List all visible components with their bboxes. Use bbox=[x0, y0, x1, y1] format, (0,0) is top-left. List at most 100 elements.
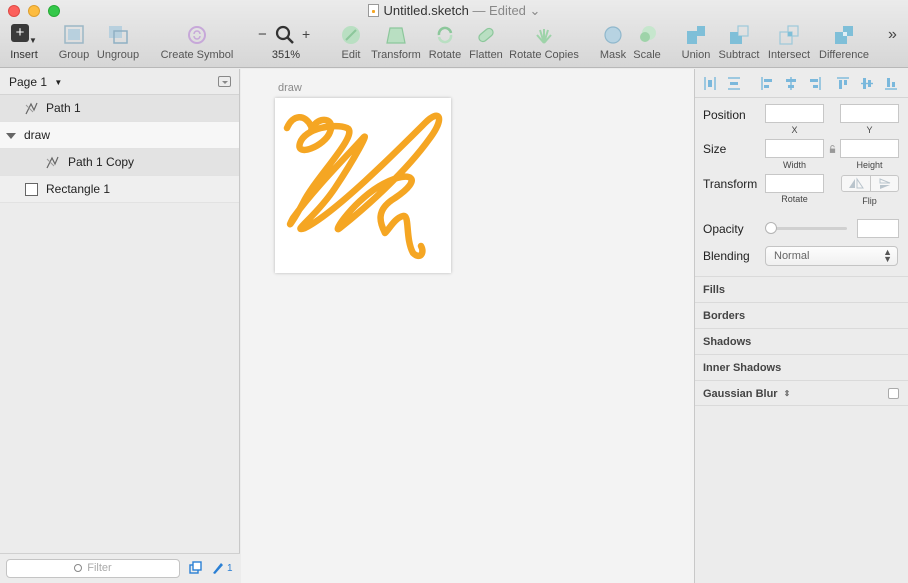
filter-input[interactable]: Filter bbox=[6, 559, 180, 578]
group-label: Group bbox=[58, 49, 90, 61]
chevron-down-icon: ▼ bbox=[29, 36, 37, 45]
x-label: X bbox=[791, 125, 798, 135]
group-icon bbox=[64, 25, 84, 44]
search-icon bbox=[74, 564, 83, 572]
position-y-field[interactable] bbox=[840, 104, 899, 123]
width-label: Width bbox=[782, 160, 806, 170]
gaussian-blur-checkbox[interactable] bbox=[888, 388, 899, 399]
zoom-level: 351% bbox=[271, 49, 301, 61]
page-selector-label: Page 1 bbox=[9, 75, 48, 89]
intersect-icon bbox=[779, 25, 799, 45]
flip-label: Flip bbox=[862, 196, 877, 206]
scale-label: Scale bbox=[633, 49, 661, 61]
intersect-button[interactable]: Intersect bbox=[766, 24, 812, 61]
insert-button[interactable]: + ▼ Insert bbox=[7, 24, 41, 61]
position-x-field[interactable] bbox=[765, 104, 824, 123]
zoom-in-button[interactable]: + bbox=[302, 26, 310, 42]
lock-icon[interactable] bbox=[829, 145, 836, 153]
align-bottom-icon[interactable] bbox=[885, 77, 897, 90]
document-icon bbox=[367, 4, 379, 17]
flip-vertical-icon[interactable] bbox=[871, 176, 899, 191]
borders-section-header[interactable]: Borders bbox=[695, 302, 908, 328]
distribute-vertical-icon[interactable] bbox=[728, 77, 740, 90]
union-button[interactable]: Union bbox=[679, 24, 713, 61]
artboard[interactable] bbox=[275, 98, 451, 273]
layer-label: Rectangle 1 bbox=[46, 182, 111, 196]
width-field[interactable] bbox=[765, 139, 824, 158]
section-title: Shadows bbox=[703, 336, 752, 348]
create-symbol-button[interactable]: Create Symbol bbox=[158, 24, 236, 61]
rotate-button[interactable]: Rotate bbox=[427, 24, 463, 61]
subtract-label: Subtract bbox=[718, 49, 760, 61]
shadows-section-header[interactable]: Shadows bbox=[695, 328, 908, 354]
edit-button[interactable]: Edit bbox=[336, 24, 366, 61]
edit-icon bbox=[342, 26, 360, 44]
align-top-icon[interactable] bbox=[837, 77, 849, 90]
rotate-label: Rotate bbox=[781, 194, 808, 204]
document-name: Untitled.sketch bbox=[383, 3, 469, 18]
drawn-path[interactable] bbox=[275, 98, 451, 273]
symbols-filter-icon[interactable] bbox=[189, 561, 203, 575]
position-label: Position bbox=[703, 108, 746, 122]
flatten-label: Flatten bbox=[469, 49, 503, 61]
blur-type-arrows-icon[interactable]: ⇕ bbox=[784, 389, 791, 398]
mask-icon bbox=[604, 26, 622, 44]
rectangle-layer-icon bbox=[25, 183, 38, 196]
rotate-field[interactable] bbox=[765, 174, 824, 193]
layer-row[interactable]: Path 1 Copy bbox=[0, 149, 239, 176]
rotate-copies-icon bbox=[536, 29, 552, 44]
scale-button[interactable]: Scale bbox=[632, 24, 662, 61]
distribute-horizontal-icon[interactable] bbox=[704, 77, 716, 90]
ungroup-button[interactable]: Ungroup bbox=[96, 24, 140, 61]
transform-label: Transform bbox=[703, 177, 758, 191]
edited-layers-count: 1 bbox=[227, 563, 233, 574]
rotate-copies-button[interactable]: Rotate Copies bbox=[508, 24, 580, 61]
align-middle-vertical-icon[interactable] bbox=[861, 77, 873, 90]
blending-label: Blending bbox=[703, 249, 750, 263]
group-button[interactable]: Group bbox=[57, 24, 91, 61]
flatten-button[interactable]: Flatten bbox=[467, 24, 505, 61]
artboard-label[interactable]: draw bbox=[278, 82, 302, 94]
opacity-slider-handle[interactable] bbox=[765, 222, 777, 234]
transform-button[interactable]: Transform bbox=[369, 24, 423, 61]
height-field[interactable] bbox=[840, 139, 899, 158]
flatten-icon bbox=[478, 27, 494, 43]
flip-horizontal-icon[interactable] bbox=[842, 176, 870, 191]
size-label: Size bbox=[703, 142, 727, 156]
zoom-control: − + 351% bbox=[256, 24, 316, 61]
gaussian-blur-section-header[interactable]: Gaussian Blur ⇕ bbox=[695, 380, 908, 406]
difference-button[interactable]: Difference bbox=[817, 24, 871, 61]
layer-row[interactable]: Path 1 bbox=[0, 95, 239, 122]
layer-label: draw bbox=[24, 128, 51, 142]
align-center-horizontal-icon[interactable] bbox=[785, 77, 797, 90]
symbol-icon bbox=[188, 26, 206, 44]
title-menu-caret-icon[interactable]: ⌄ bbox=[530, 3, 541, 18]
alignment-toolbar bbox=[695, 69, 908, 98]
disclosure-triangle-icon[interactable] bbox=[6, 133, 16, 139]
pages-menu-icon[interactable] bbox=[218, 76, 231, 87]
layer-group-row[interactable]: draw bbox=[0, 122, 239, 149]
inner-shadows-section-header[interactable]: Inner Shadows bbox=[695, 354, 908, 380]
subtract-button[interactable]: Subtract bbox=[716, 24, 762, 61]
layer-label: Path 1 bbox=[46, 101, 81, 115]
subtract-icon bbox=[730, 25, 749, 44]
opacity-slider-track[interactable] bbox=[767, 227, 847, 230]
page-selector[interactable]: Page 1 ▼ bbox=[0, 69, 239, 95]
blending-select[interactable]: Normal ▲ ▼ bbox=[765, 246, 898, 266]
align-right-icon[interactable] bbox=[809, 77, 821, 90]
insert-label: Insert bbox=[10, 49, 38, 61]
zoom-out-button[interactable]: − bbox=[258, 26, 267, 43]
transform-icon bbox=[386, 27, 406, 44]
opacity-field[interactable] bbox=[857, 219, 899, 238]
inspector-panel: Position X Y Size Width Height Transform… bbox=[694, 69, 908, 583]
align-left-icon[interactable] bbox=[761, 77, 773, 90]
edited-layers-icon[interactable] bbox=[211, 561, 225, 575]
canvas[interactable]: draw bbox=[241, 69, 694, 583]
y-label: Y bbox=[866, 125, 873, 135]
mask-button[interactable]: Mask bbox=[598, 24, 628, 61]
fills-section-header[interactable]: Fills bbox=[695, 276, 908, 302]
layer-row[interactable]: Rectangle 1 bbox=[0, 176, 239, 203]
toolbar-overflow-button[interactable]: » bbox=[888, 26, 897, 44]
magnifier-icon[interactable] bbox=[274, 24, 296, 46]
mask-label: Mask bbox=[599, 49, 627, 61]
